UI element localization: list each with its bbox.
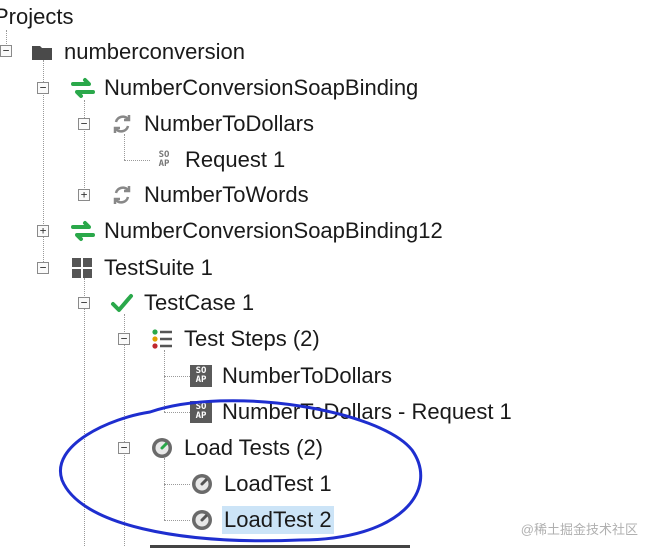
annotation-circle	[58, 399, 423, 543]
project-tree: Projects − numberconversion − NumberConv…	[0, 0, 648, 548]
watermark: @稀土掘金技术社区	[520, 522, 638, 537]
